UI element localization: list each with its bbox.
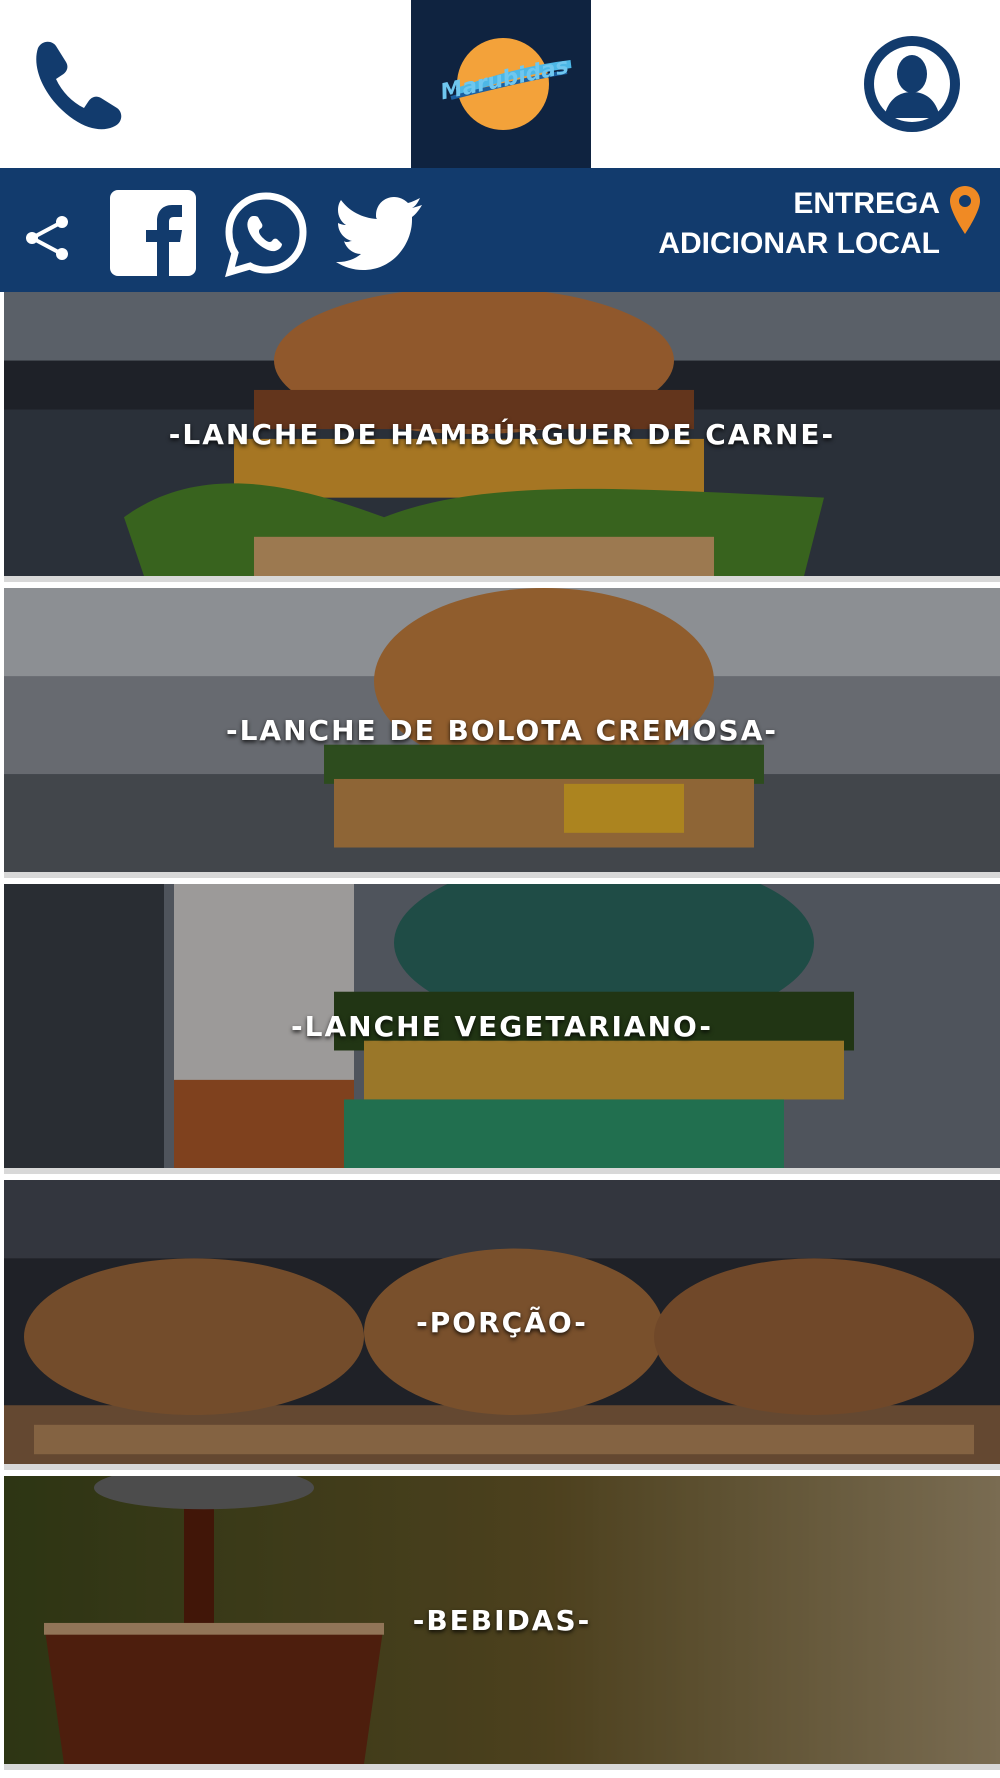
- category-tile-porcao[interactable]: -PORÇÃO-: [4, 1180, 1000, 1470]
- phone-icon[interactable]: [22, 34, 132, 134]
- brand-logo[interactable]: Marubidas: [411, 0, 591, 168]
- whatsapp-icon[interactable]: [222, 190, 310, 278]
- share-icon[interactable]: [22, 212, 74, 264]
- location-pin-icon[interactable]: [948, 184, 982, 254]
- delivery-location-button[interactable]: ENTREGA ADICIONAR LOCAL: [560, 184, 940, 274]
- category-label: -BEBIDAS-: [412, 1603, 592, 1637]
- category-tile-vegetariano[interactable]: -LANCHE VEGETARIANO-: [4, 884, 1000, 1174]
- category-label: -LANCHE DE BOLOTA CREMOSA-: [225, 713, 779, 747]
- add-location-label: ADICIONAR LOCAL: [658, 227, 940, 260]
- category-label: -LANCHE VEGETARIANO-: [291, 1009, 713, 1043]
- category-label: -LANCHE DE HAMBÚRGUER DE CARNE-: [168, 417, 836, 451]
- category-label: -PORÇÃO-: [416, 1305, 588, 1339]
- top-header: Marubidas: [0, 0, 1000, 168]
- category-tile-bolota-cremosa[interactable]: -LANCHE DE BOLOTA CREMOSA-: [4, 588, 1000, 878]
- twitter-icon[interactable]: [336, 196, 424, 272]
- delivery-label: ENTREGA: [793, 187, 940, 220]
- category-tile-burger-beef[interactable]: -LANCHE DE HAMBÚRGUER DE CARNE-: [4, 292, 1000, 582]
- facebook-icon[interactable]: [110, 190, 196, 276]
- logo-mark-icon: Marubidas: [438, 38, 572, 130]
- category-tile-bebidas[interactable]: -BEBIDAS-: [4, 1476, 1000, 1770]
- user-profile-icon[interactable]: [862, 34, 962, 134]
